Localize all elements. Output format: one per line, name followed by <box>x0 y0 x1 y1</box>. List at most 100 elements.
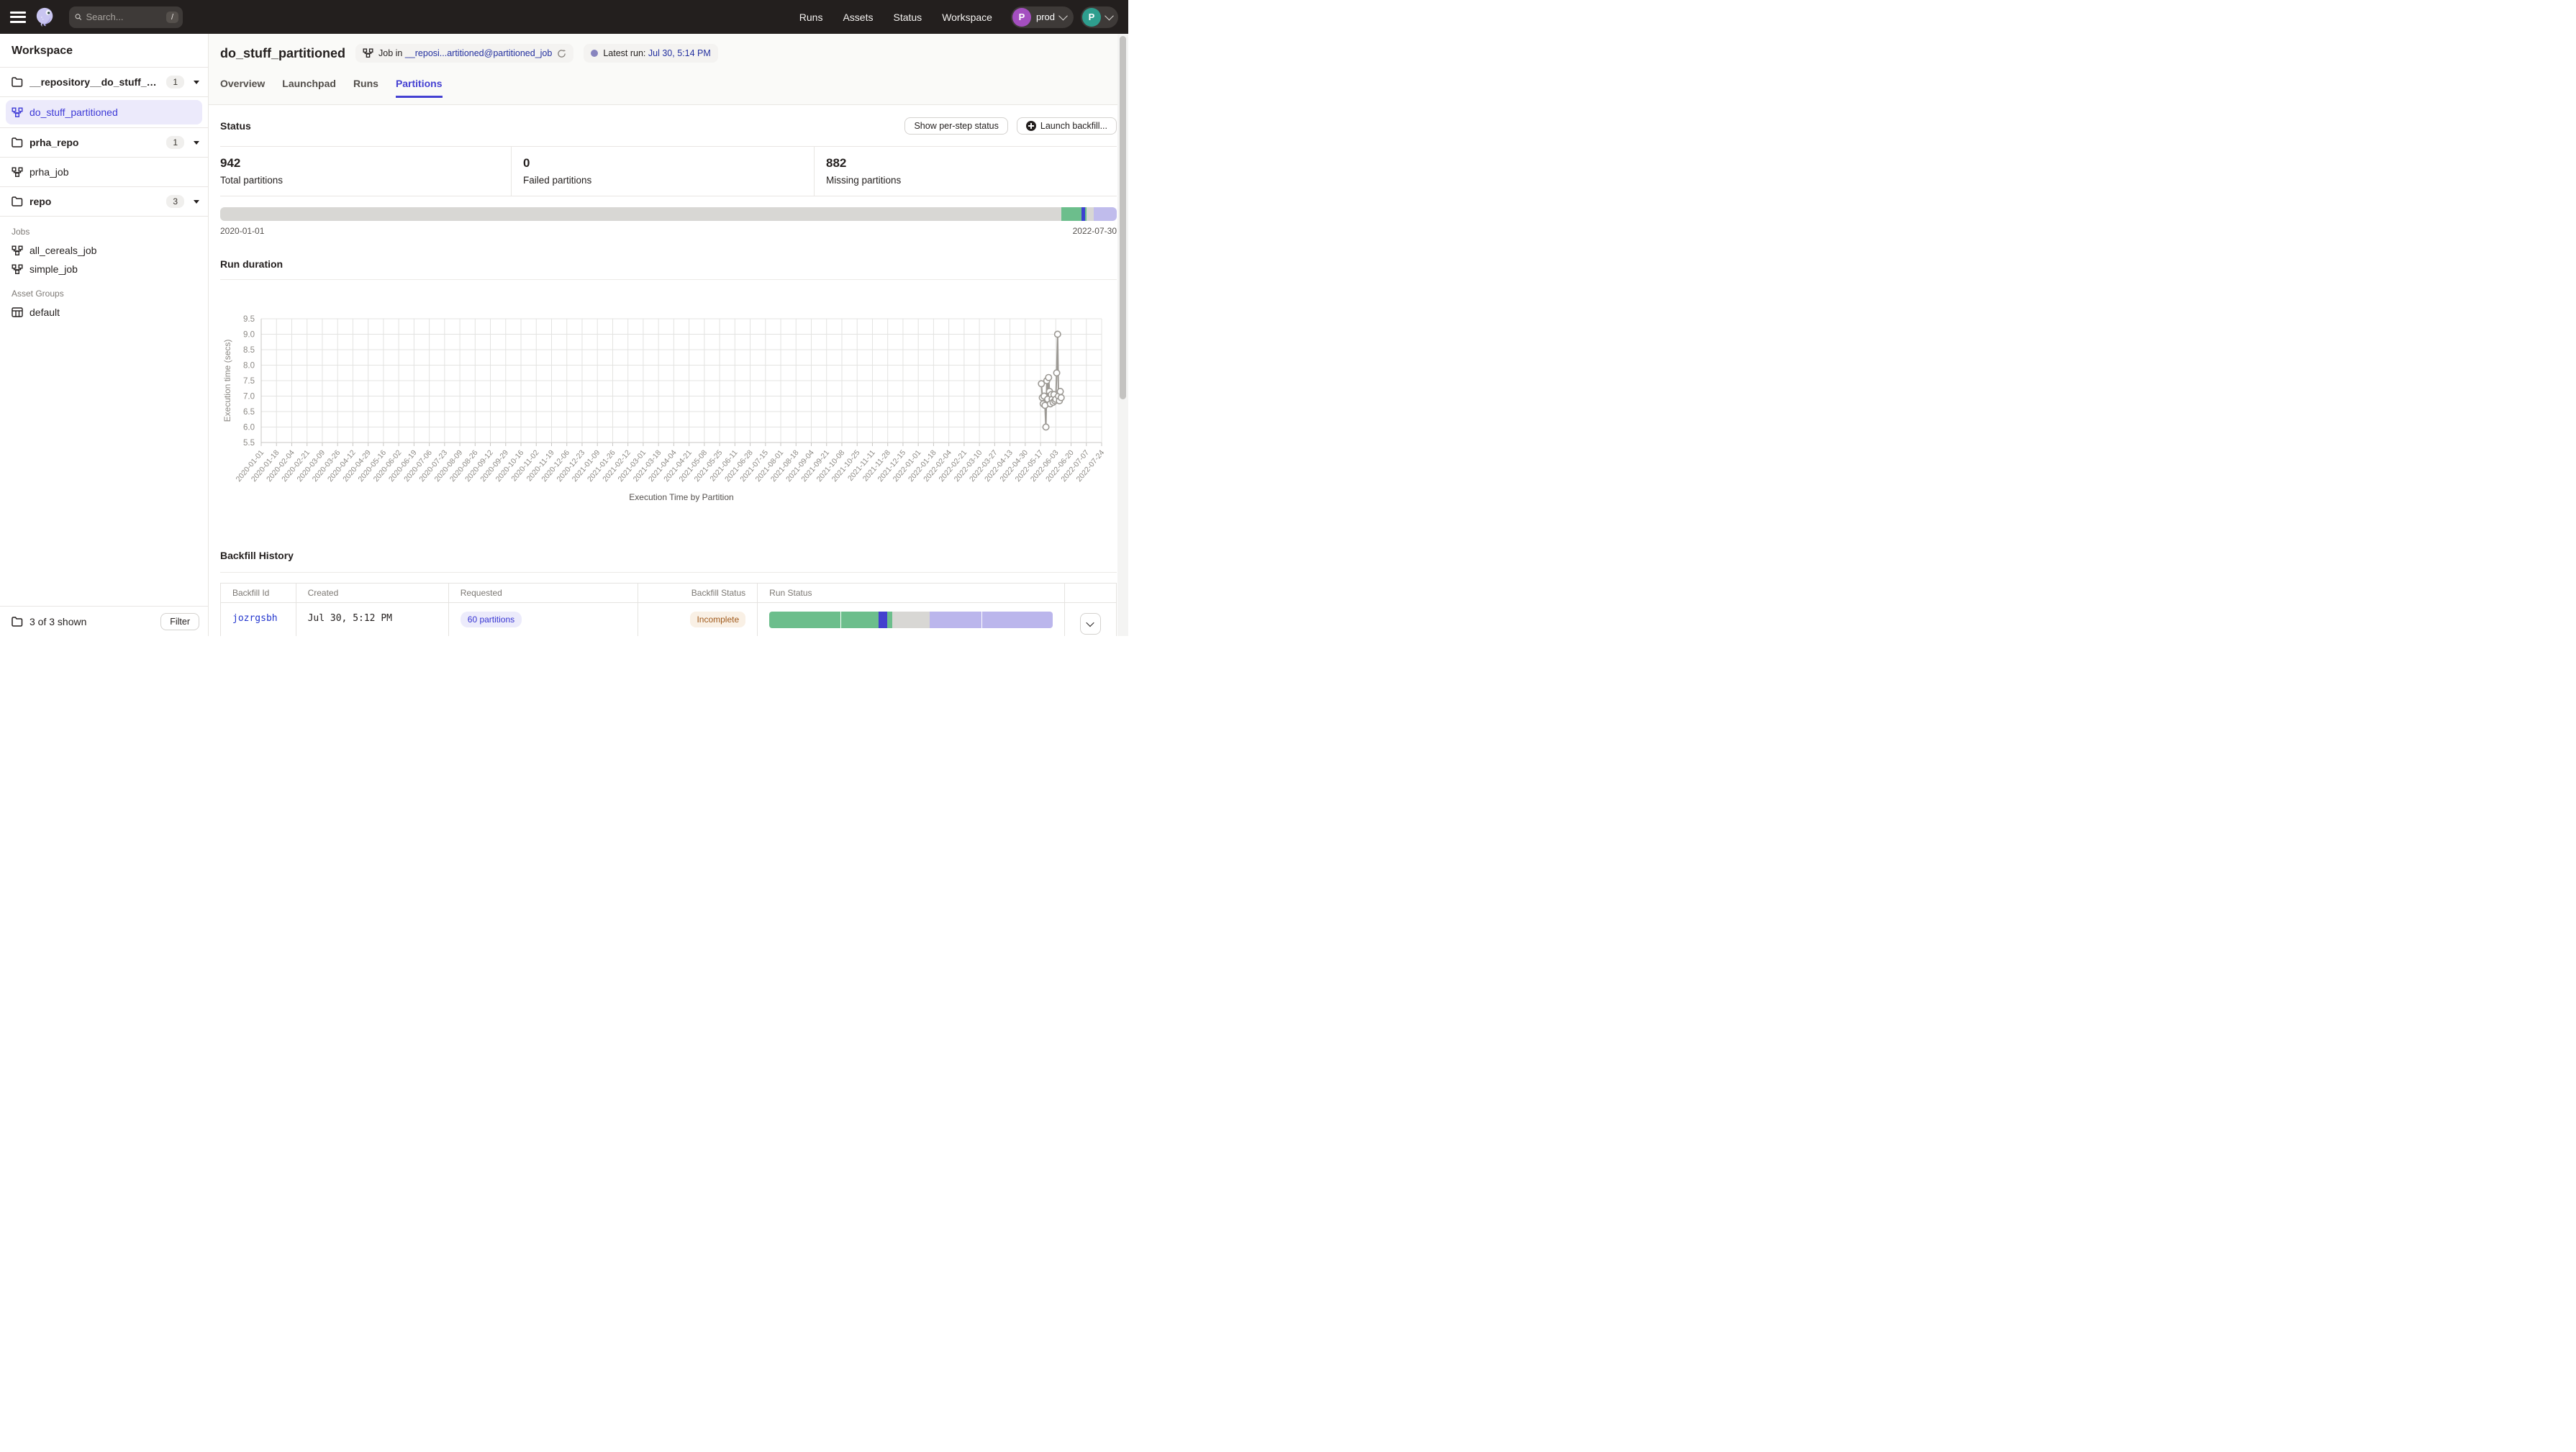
partition-stats: 942 Total partitions 0 Failed partitions… <box>220 146 1117 196</box>
sidebar-repo-repo[interactable]: repo 3 <box>0 187 208 217</box>
sidebar-job-all-cereals-job[interactable]: all_cereals_job <box>0 241 208 260</box>
backfill-history-table: Backfill Id Created Requested Backfill S… <box>220 583 1117 636</box>
repo-count-badge: 1 <box>166 76 184 89</box>
job-origin-prefix: Job in <box>378 48 405 58</box>
sidebar-job-do-stuff-partitioned-selected[interactable]: do_stuff_partitioned <box>6 100 202 124</box>
sidebar-repo-prha-repo[interactable]: prha_repo 1 <box>0 128 208 158</box>
sidebar-title: Workspace <box>0 34 208 68</box>
job-icon <box>12 107 23 118</box>
deployment-label: prod <box>1036 12 1055 22</box>
svg-text:6.5: 6.5 <box>243 408 255 417</box>
tab-runs[interactable]: Runs <box>353 78 378 98</box>
repo-name: prha_repo <box>30 137 160 148</box>
caret-down-icon[interactable] <box>194 141 199 145</box>
sidebar-asset-group-default[interactable]: default <box>0 303 208 322</box>
svg-text:5.5: 5.5 <box>243 439 255 448</box>
user-menu[interactable]: P <box>1081 6 1118 28</box>
tab-partitions[interactable]: Partitions <box>396 78 443 98</box>
nav-runs[interactable]: Runs <box>799 12 823 23</box>
partition-status-bar[interactable] <box>220 207 1117 221</box>
backfill-id-link[interactable]: jozrgsbh <box>232 613 278 624</box>
jobs-section-label: Jobs <box>0 217 208 241</box>
partition-range-end: 2022-07-30 <box>1073 226 1117 236</box>
reload-icon[interactable] <box>557 49 566 58</box>
col-backfill-id: Backfill Id <box>221 584 296 603</box>
status-heading: Status <box>220 120 904 132</box>
run-status-bar[interactable] <box>769 612 1052 628</box>
nav-workspace[interactable]: Workspace <box>942 12 992 23</box>
repo-name: __repository__do_stuff_partitio... <box>30 76 160 88</box>
user-avatar: P <box>1082 8 1101 27</box>
sidebar-repo-repository-do-stuff[interactable]: __repository__do_stuff_partitio... 1 <box>0 68 208 97</box>
job-name: prha_job <box>30 166 199 178</box>
show-per-step-status-button[interactable]: Show per-step status <box>904 117 1007 135</box>
menu-icon[interactable] <box>10 12 26 23</box>
deployment-avatar: P <box>1012 8 1031 27</box>
latest-run-link[interactable]: Jul 30, 5:14 PM <box>648 48 711 58</box>
svg-text:9.0: 9.0 <box>243 331 255 340</box>
dagster-logo-icon[interactable] <box>35 6 56 28</box>
table-row: jozrgsbh Jul 30, 5:12 PM 60 partitions 2… <box>221 603 1117 637</box>
job-icon <box>12 245 23 256</box>
run-duration-heading: Run duration <box>220 258 1117 270</box>
search-input[interactable] <box>86 12 162 22</box>
repo-name: repo <box>30 196 160 207</box>
partition-range: 2020-01-01 2022-07-30 <box>220 226 1117 236</box>
sidebar-job-simple-job[interactable]: simple_job <box>0 260 208 278</box>
expand-row-button[interactable] <box>1080 613 1101 635</box>
job-header: do_stuff_partitioned Job in __reposi...a… <box>209 34 1128 105</box>
job-name: all_cereals_job <box>30 245 96 256</box>
scrollbar-thumb[interactable] <box>1120 36 1126 399</box>
top-navigation-bar: / Runs Assets Status Workspace P prod P <box>0 0 1128 34</box>
job-icon <box>363 48 373 58</box>
search-shortcut-key: / <box>166 12 178 23</box>
latest-run-chip[interactable]: Latest run: Jul 30, 5:14 PM <box>584 44 717 63</box>
asset-group-name: default <box>30 307 60 318</box>
job-icon <box>12 167 23 178</box>
job-name: simple_job <box>30 263 78 275</box>
repo-count-badge: 3 <box>166 195 184 208</box>
deployment-switcher[interactable]: P prod <box>1011 6 1074 28</box>
run-duration-chart[interactable]: 5.56.06.57.07.58.08.59.09.52020-01-01202… <box>220 281 1117 512</box>
caret-down-icon[interactable] <box>194 81 199 84</box>
backfill-history-heading: Backfill History <box>220 550 1117 561</box>
caret-down-icon[interactable] <box>194 200 199 204</box>
folder-icon <box>12 617 23 627</box>
run-status-dot <box>591 50 598 57</box>
vertical-scrollbar[interactable] <box>1117 34 1128 636</box>
tab-launchpad[interactable]: Launchpad <box>282 78 336 98</box>
search-box[interactable]: / <box>69 6 183 28</box>
col-requested: Requested <box>448 584 638 603</box>
svg-text:6.0: 6.0 <box>243 424 255 432</box>
stat-failed-partitions: 0 Failed partitions <box>511 147 814 196</box>
workspace-sidebar: Workspace __repository__do_stuff_partiti… <box>0 34 209 636</box>
svg-text:Execution time (secs): Execution time (secs) <box>222 340 232 422</box>
backfill-status-badge: Incomplete <box>690 612 745 627</box>
nav-status[interactable]: Status <box>893 12 922 23</box>
folder-icon <box>12 77 23 87</box>
col-created: Created <box>296 584 448 603</box>
filter-button[interactable]: Filter <box>160 613 199 630</box>
job-origin-chip[interactable]: Job in __reposi...artitioned@partitioned… <box>355 44 573 63</box>
svg-text:7.0: 7.0 <box>243 393 255 401</box>
page-title: do_stuff_partitioned <box>220 46 345 61</box>
repo-count-badge: 1 <box>166 136 184 149</box>
svg-text:8.0: 8.0 <box>243 362 255 371</box>
sidebar-job-prha-job[interactable]: prha_job <box>0 158 208 187</box>
stat-missing-partitions: 882 Missing partitions <box>814 147 1117 196</box>
col-backfill-status: Backfill Status <box>638 584 758 603</box>
launch-backfill-button[interactable]: Launch backfill... <box>1017 117 1117 135</box>
asset-group-grid-icon <box>12 307 23 317</box>
chevron-down-icon <box>1058 12 1068 21</box>
requested-partitions-tag[interactable]: 60 partitions <box>461 612 522 627</box>
job-name: do_stuff_partitioned <box>30 106 118 118</box>
chevron-down-icon <box>1087 619 1094 627</box>
job-origin-link[interactable]: __reposi...artitioned@partitioned_job <box>405 48 553 58</box>
tab-overview[interactable]: Overview <box>220 78 265 98</box>
svg-text:8.5: 8.5 <box>243 346 255 355</box>
asset-groups-section-label: Asset Groups <box>0 278 208 303</box>
nav-assets[interactable]: Assets <box>843 12 873 23</box>
svg-text:9.5: 9.5 <box>243 315 255 324</box>
sidebar-footer: 3 of 3 shown Filter <box>0 606 208 636</box>
plus-circle-icon <box>1026 121 1036 131</box>
